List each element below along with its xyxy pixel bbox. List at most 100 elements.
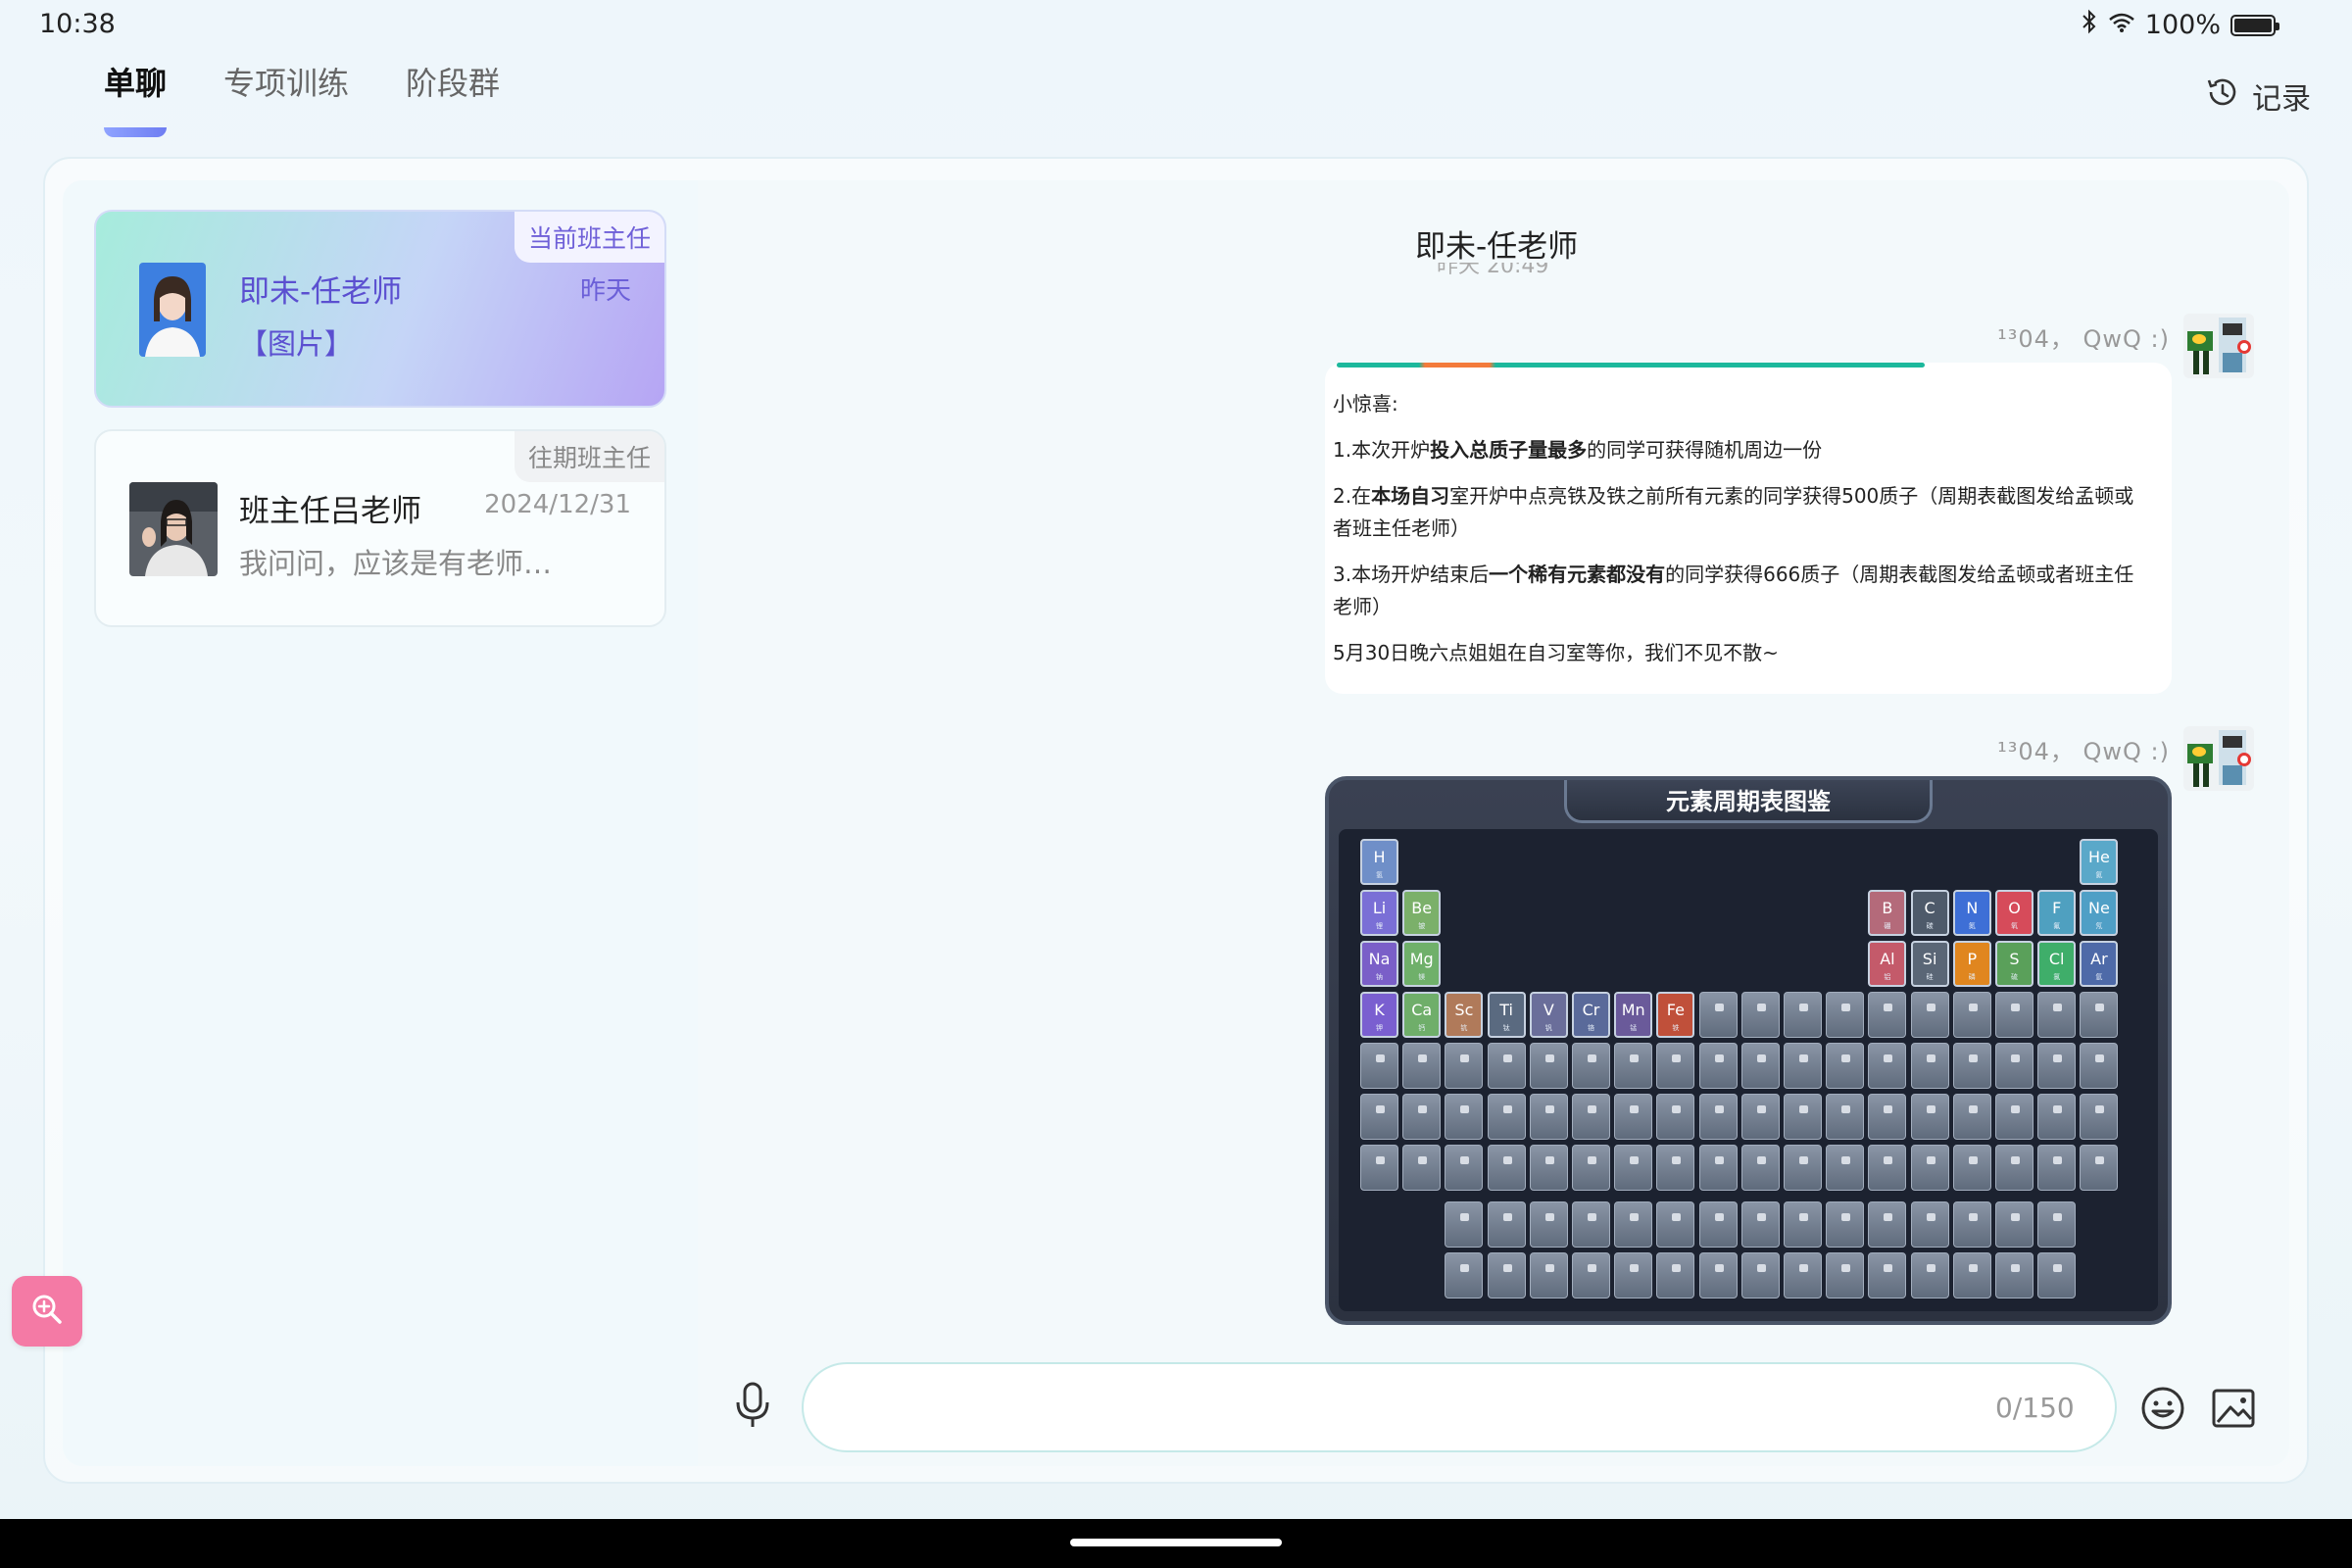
locked-element-cell[interactable] [2080,1094,2119,1140]
message-input[interactable] [802,1362,2117,1452]
locked-element-cell[interactable] [1952,1094,1991,1140]
locked-element-cell[interactable] [1572,1094,1610,1140]
locked-element-cell[interactable] [1572,1201,1610,1248]
locked-element-cell[interactable] [1614,1094,1653,1140]
locked-element-cell[interactable] [2080,1145,2119,1191]
element-cell-f[interactable]: F氟 [2037,890,2077,936]
locked-element-cell[interactable] [1487,1094,1526,1140]
locked-element-cell[interactable] [1826,1043,1865,1089]
locked-element-cell[interactable] [1402,1145,1442,1191]
locked-element-cell[interactable] [1784,1201,1822,1248]
element-cell-si[interactable]: Si 硅 [1910,941,1949,987]
locked-element-cell[interactable] [1529,1043,1568,1089]
locked-element-cell[interactable] [1826,1252,1865,1298]
locked-element-cell[interactable] [1910,1094,1949,1140]
locked-element-cell[interactable] [2037,1145,2077,1191]
locked-element-cell[interactable] [1784,1145,1822,1191]
element-cell-b[interactable]: B硼 [1868,890,1907,936]
locked-element-cell[interactable] [1826,1094,1865,1140]
element-cell-h[interactable]: H氢 [1360,839,1398,885]
locked-element-cell[interactable] [2080,992,2119,1038]
locked-element-cell[interactable] [1529,1094,1568,1140]
message-image-periodic-table[interactable]: 元素周期表图鉴 H 氢 He 氦 Li 锂 Be 铍 B 硼 C 碳 N 氮 O 氧 F 氟 Ne 氖 Na 钠 Mg 镁 Al… [1325,776,2172,1325]
locked-element-cell[interactable] [1868,1094,1907,1140]
locked-element-cell[interactable] [1402,1043,1442,1089]
locked-element-cell[interactable] [1826,1145,1865,1191]
emoji-button[interactable] [2138,1384,2187,1433]
element-cell-mn[interactable]: Mn 锰 [1614,992,1653,1038]
locked-element-cell[interactable] [2037,1043,2077,1089]
locked-element-cell[interactable] [2080,1043,2119,1089]
locked-element-cell[interactable] [1360,1043,1398,1089]
locked-element-cell[interactable] [1784,1252,1822,1298]
element-cell-v[interactable]: V钒 [1529,992,1568,1038]
locked-element-cell[interactable] [1572,1145,1610,1191]
element-cell-sc[interactable]: Sc 钪 [1445,992,1484,1038]
tab-single-chat[interactable]: 单聊 [104,59,168,137]
locked-element-cell[interactable] [1868,1252,1907,1298]
locked-element-cell[interactable] [1995,1201,2034,1248]
locked-element-cell[interactable] [1487,1043,1526,1089]
locked-element-cell[interactable] [1740,1043,1780,1089]
locked-element-cell[interactable] [2037,1252,2077,1298]
element-cell-n[interactable]: N氮 [1952,890,1991,936]
locked-element-cell[interactable] [1868,992,1907,1038]
locked-element-cell[interactable] [1698,1252,1738,1298]
locked-element-cell[interactable] [1995,992,2034,1038]
locked-element-cell[interactable] [1698,1094,1738,1140]
locked-element-cell[interactable] [1656,1145,1695,1191]
locked-element-cell[interactable] [1952,1043,1991,1089]
locked-element-cell[interactable] [1740,1094,1780,1140]
locked-element-cell[interactable] [1952,992,1991,1038]
locked-element-cell[interactable] [1868,1145,1907,1191]
locked-element-cell[interactable] [1487,1145,1526,1191]
locked-element-cell[interactable] [1995,1043,2034,1089]
locked-element-cell[interactable] [1952,1145,1991,1191]
locked-element-cell[interactable] [1740,1201,1780,1248]
locked-element-cell[interactable] [1529,1201,1568,1248]
locked-element-cell[interactable] [1614,1145,1653,1191]
locked-element-cell[interactable] [1402,1094,1442,1140]
element-cell-o[interactable]: O氧 [1995,890,2034,936]
element-cell-k[interactable]: K钾 [1360,992,1398,1038]
locked-element-cell[interactable] [1910,1145,1949,1191]
element-cell-li[interactable]: Li 锂 [1360,890,1398,936]
locked-element-cell[interactable] [1656,1043,1695,1089]
tab-stage-group[interactable]: 阶段群 [406,59,500,104]
locked-element-cell[interactable] [1698,1043,1738,1089]
locked-element-cell[interactable] [1360,1145,1398,1191]
locked-element-cell[interactable] [1698,1201,1738,1248]
element-cell-s[interactable]: S硫 [1995,941,2034,987]
locked-element-cell[interactable] [1487,1201,1526,1248]
element-cell-ca[interactable]: Ca 钙 [1402,992,1442,1038]
element-cell-al[interactable]: Al 铝 [1868,941,1907,987]
locked-element-cell[interactable] [1868,1201,1907,1248]
locked-element-cell[interactable] [1868,1043,1907,1089]
element-cell-cl[interactable]: Cl 氯 [2037,941,2077,987]
locked-element-cell[interactable] [1656,1252,1695,1298]
locked-element-cell[interactable] [1445,1094,1484,1140]
element-cell-ne[interactable]: Ne 氖 [2080,890,2119,936]
record-button[interactable]: 记录 [2205,74,2311,118]
locked-element-cell[interactable] [1487,1252,1526,1298]
element-cell-cr[interactable]: Cr 铬 [1572,992,1610,1038]
locked-element-cell[interactable] [1995,1094,2034,1140]
locked-element-cell[interactable] [1826,992,1865,1038]
locked-element-cell[interactable] [1784,992,1822,1038]
locked-element-cell[interactable] [1360,1094,1398,1140]
locked-element-cell[interactable] [1995,1252,2034,1298]
tab-special-training[interactable]: 专项训练 [223,59,349,104]
locked-element-cell[interactable] [1698,1145,1738,1191]
locked-element-cell[interactable] [1656,1201,1695,1248]
locked-element-cell[interactable] [1572,1043,1610,1089]
locked-element-cell[interactable] [1529,1252,1568,1298]
locked-element-cell[interactable] [1614,1043,1653,1089]
message-bubble-text[interactable]: 小惊喜: 1.本次开炉投入总质子量最多的同学可获得随机周边一份 2.在本场自习室开炉… [1325,363,2172,694]
locked-element-cell[interactable] [1614,1201,1653,1248]
locked-element-cell[interactable] [1740,992,1780,1038]
locked-element-cell[interactable] [2037,1094,2077,1140]
user-avatar[interactable] [2183,726,2254,791]
locked-element-cell[interactable] [1910,1043,1949,1089]
element-cell-ti[interactable]: Ti 钛 [1487,992,1526,1038]
conversation-item-current[interactable]: 当前班主任 即未-任老师 昨天 【图片】 [94,210,666,408]
